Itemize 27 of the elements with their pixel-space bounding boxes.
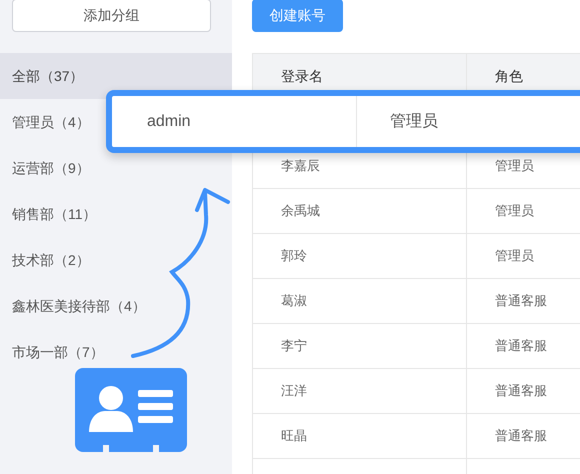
group-item[interactable]: 销售部（11） (12, 204, 97, 224)
table-cell-text: 普通客服 (495, 292, 547, 310)
login-name: admin (147, 112, 191, 132)
table-cell-text: 李嘉辰 (281, 157, 320, 176)
table-cell-text: 旺晶 (281, 427, 307, 446)
group-item[interactable]: 运营部（9） (12, 158, 90, 178)
table-cell-text: 汪洋 (281, 382, 307, 400)
table-cell-text: 管理员 (495, 202, 534, 220)
column-header: 登录名 (281, 66, 323, 86)
id-card-icon (75, 368, 188, 453)
group-item[interactable]: 市场一部（7） (12, 342, 104, 362)
add-group-button[interactable]: 添加分组 (12, 0, 211, 32)
group-item[interactable]: 技术部（2） (12, 250, 90, 270)
role-name: 管理员 (390, 112, 438, 132)
table-cell-text: 普通客服 (495, 337, 547, 356)
table-cell-text: 管理员 (495, 157, 534, 176)
table-cell-text: 葛淑 (281, 292, 307, 310)
table-cell-text: 余禹城 (281, 202, 320, 220)
table-cell-text: 普通客服 (495, 427, 547, 446)
group-item[interactable]: 全部（37） (12, 66, 84, 86)
table-cell-text: 郭玲 (281, 247, 307, 266)
table-cell-text: 普通客服 (495, 382, 547, 400)
group-item[interactable]: 管理员（4） (12, 112, 90, 132)
group-item[interactable]: 鑫林医美接待部（4） (12, 296, 146, 316)
table-cell-text: 管理员 (495, 247, 534, 266)
table-cell-text: 李宁 (281, 337, 307, 356)
column-header: 角色 (495, 66, 523, 86)
